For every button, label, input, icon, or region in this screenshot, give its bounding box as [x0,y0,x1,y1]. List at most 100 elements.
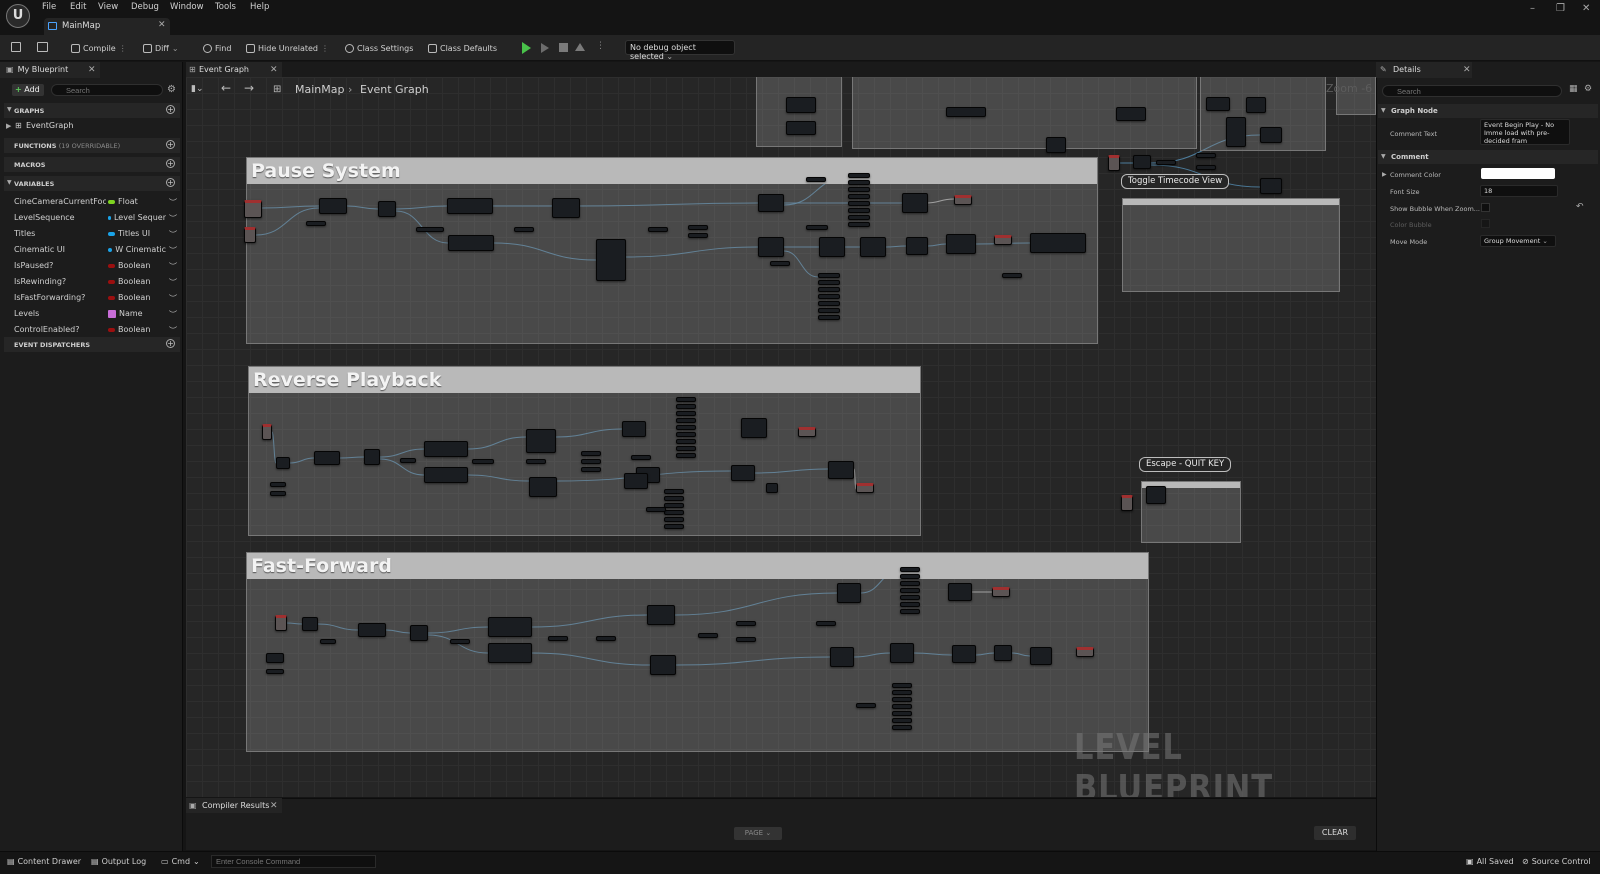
blueprint-node[interactable] [1046,137,1066,153]
blueprint-node[interactable] [818,273,840,278]
comment-title[interactable]: Fast-Forward [247,553,1148,579]
blueprint-node[interactable] [900,588,920,593]
blueprint-node[interactable] [581,459,601,464]
blueprint-node[interactable] [314,451,340,465]
menu-edit[interactable]: Edit [70,2,86,12]
add-variable-icon[interactable]: + [166,178,175,187]
blueprint-node[interactable] [358,623,386,637]
blueprint-node[interactable] [758,194,784,212]
section-event-dispatchers[interactable]: EVENT DISPATCHERS [4,337,180,352]
variable-name[interactable]: CineCameraCurrentFoca [14,197,106,206]
blueprint-node[interactable] [892,683,912,688]
blueprint-node[interactable] [664,503,684,508]
blueprint-node[interactable] [622,421,646,437]
blueprint-node[interactable] [900,602,920,607]
collapse-arrow-icon[interactable]: ▼ [7,179,12,186]
blueprint-node[interactable] [848,187,870,192]
event-node[interactable] [798,427,816,437]
output-log-button[interactable]: ▤ Output Log [91,857,146,866]
menu-file[interactable]: File [42,2,56,12]
blueprint-node[interactable] [900,609,920,614]
font-size-field[interactable]: 18 [1480,185,1558,197]
section-variables[interactable]: VARIABLES [4,176,180,191]
blueprint-node[interactable] [900,581,920,586]
blueprint-node[interactable] [1116,107,1146,121]
blueprint-node[interactable] [410,625,428,641]
variable-type[interactable]: Boolean [108,293,166,302]
blueprint-node[interactable] [902,193,928,213]
blueprint-node[interactable] [1196,153,1216,158]
blueprint-node[interactable] [818,280,840,285]
close-icon[interactable]: ✕ [158,20,166,30]
tab-my-blueprint[interactable]: ▣ My Blueprint [0,62,100,78]
blueprint-node[interactable] [906,237,928,255]
comment-title[interactable]: Pause System [247,158,1097,184]
variable-name[interactable]: ControlEnabled? [14,325,106,334]
blueprint-node[interactable] [856,703,876,708]
cmd-select[interactable]: ▭ Cmd ⌄ [161,857,200,866]
stop-icon[interactable] [559,43,568,52]
settings-gear-icon[interactable]: ⚙ [1584,84,1592,94]
blueprint-node[interactable] [948,583,972,601]
event-node[interactable] [954,195,972,205]
blueprint-node[interactable] [892,690,912,695]
blueprint-node[interactable] [848,194,870,199]
blueprint-node[interactable] [676,397,696,402]
visibility-eye-icon[interactable]: ︶ [169,229,177,240]
blueprint-node[interactable] [892,725,912,730]
section-graph-node[interactable]: Graph Node [1378,104,1598,118]
blueprint-node[interactable] [816,621,836,626]
blueprint-node[interactable] [848,222,870,227]
blueprint-node[interactable] [676,446,696,451]
blueprint-node[interactable] [448,235,494,251]
blueprint-node[interactable] [900,595,920,600]
blueprint-node[interactable] [596,239,626,281]
expand-arrow-icon[interactable]: ▶ [1382,171,1387,178]
blueprint-node[interactable] [1002,273,1022,278]
event-node[interactable] [244,200,262,218]
event-node[interactable] [1076,647,1094,657]
blueprint-node[interactable] [830,647,854,667]
variable-type[interactable]: Name [108,309,166,318]
section-comment[interactable]: Comment [1378,150,1598,164]
visibility-eye-icon[interactable]: ︶ [169,277,177,288]
comment-toggle-timecode[interactable] [1122,198,1340,292]
menu-help[interactable]: Help [250,2,269,12]
blueprint-node[interactable] [676,432,696,437]
unreal-logo-icon[interactable]: U [6,4,30,28]
table-view-icon[interactable]: ▦ [1569,84,1578,94]
blueprint-node[interactable] [529,477,557,497]
blueprint-node[interactable] [688,225,708,230]
comment-title[interactable]: Reverse Playback [249,367,920,393]
tab-details[interactable]: Details [1376,62,1472,78]
variable-type[interactable]: W Cinematic [108,245,166,254]
blueprint-node[interactable] [900,567,920,572]
blueprint-node[interactable] [837,583,861,603]
close-icon[interactable]: ✕ [270,801,278,811]
blueprint-node[interactable] [994,645,1012,661]
console-command-input[interactable] [211,855,376,868]
more-icon[interactable]: ⋮ [596,41,605,51]
section-functions[interactable]: FUNCTIONS (19 OVERRIDABLE) [4,138,180,153]
blueprint-node[interactable] [526,459,546,464]
event-node[interactable] [992,587,1010,597]
close-icon[interactable]: ✕ [88,65,96,75]
diff-button[interactable]: Diff ⌄ [143,41,179,55]
blueprint-node[interactable] [952,645,976,663]
blueprint-node[interactable] [424,467,468,483]
blueprint-node[interactable] [1206,97,1230,111]
variable-type[interactable]: Boolean [108,277,166,286]
bookmark-icon[interactable]: ▮⌄ [191,84,204,94]
variable-name[interactable]: IsPaused? [14,261,106,270]
blueprint-node[interactable] [688,233,708,238]
menu-view[interactable]: View [98,2,118,12]
blueprint-node[interactable] [860,237,886,257]
forward-arrow-icon[interactable]: → [244,81,254,95]
visibility-eye-icon[interactable]: ︶ [169,245,177,256]
settings-gear-icon[interactable]: ⚙ [167,84,176,95]
blueprint-node[interactable] [848,215,870,220]
blueprint-node[interactable] [819,237,845,257]
blueprint-node[interactable] [1196,165,1216,170]
details-search-input[interactable] [1382,85,1562,97]
blueprint-node[interactable] [664,489,684,494]
